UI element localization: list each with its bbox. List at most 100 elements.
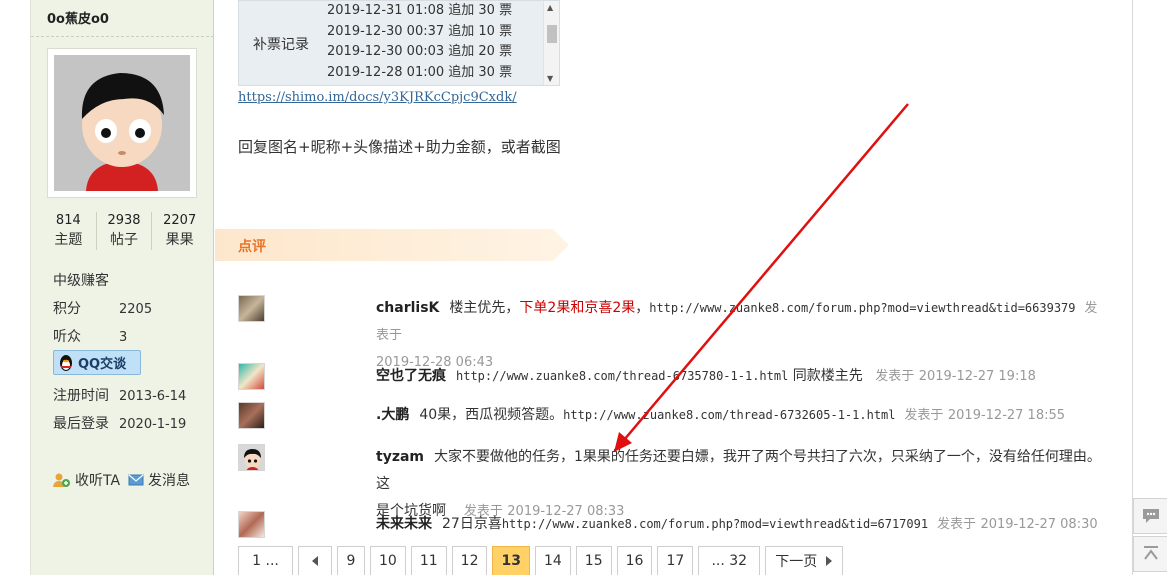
info-value: 2020-1-19 <box>119 417 187 432</box>
comment-highlight: 下单2果和京喜2果 <box>519 300 636 316</box>
user-level[interactable]: 中级赚客 <box>53 270 109 290</box>
stat-label: 主题 <box>54 232 83 248</box>
shimo-doc-link[interactable]: https://shimo.im/docs/y3KJRKcCpjc9Cxdk/ <box>238 90 517 105</box>
page-link[interactable]: 11 <box>410 546 447 575</box>
post-content: 补票记录 2019-12-31 01:08 追加 30 票 2019-12-30… <box>215 0 1132 575</box>
quick-reply-button[interactable] <box>1133 498 1167 534</box>
divider <box>31 36 214 37</box>
comment-posted-label: 发表于 <box>937 517 977 532</box>
right-gutter <box>1132 0 1167 575</box>
comment-text: 同款楼主先 <box>792 368 863 384</box>
ticket-record-item: 2019-12-30 00:37 追加 10 票 <box>327 23 513 39</box>
scroll-up-arrow-icon[interactable]: ▲ <box>547 3 553 12</box>
comment-link: http://www.zuanke8.com/forum.php?mod=vie… <box>649 301 1076 315</box>
comment-avatar[interactable] <box>238 511 265 538</box>
ticket-record-item: 2019-12-31 01:08 追加 30 票 <box>327 3 513 18</box>
page-next-label: 下一页 <box>775 554 818 570</box>
page-first[interactable]: 1 ... <box>238 546 293 575</box>
page-next-button[interactable]: 下一页 <box>765 546 844 575</box>
ticket-scrollbar[interactable]: ▲ ▼ <box>543 1 559 85</box>
comment-author[interactable]: tyzam <box>376 449 424 465</box>
page-current[interactable]: 13 <box>492 546 530 575</box>
send-message-label: 发消息 <box>148 473 190 489</box>
pagination: 1 ... 9 10 11 12 13 14 15 16 17 ... 32 下… <box>238 546 844 575</box>
scroll-thumb[interactable] <box>547 25 557 43</box>
follow-label: 收听TA <box>75 473 121 489</box>
comment-time: 2019-12-27 18:55 <box>947 408 1066 423</box>
comment-text: 27日京喜 <box>442 516 502 532</box>
chat-bubble-icon <box>1142 509 1159 523</box>
ticket-record-item: 2019-12-28 01:00 追加 30 票 <box>327 64 513 80</box>
comment-text: 大家不要做他的任务，1果果的任务还要白嫖，我开了两个号共扫了六次，只采纳了一个，… <box>376 449 1101 492</box>
page-link[interactable]: 9 <box>337 546 365 575</box>
stat-posts[interactable]: 2938 帖子 <box>97 212 153 250</box>
user-avatar[interactable] <box>47 48 197 198</box>
comment-text: 楼主优先， <box>449 300 520 316</box>
comment-avatar[interactable] <box>238 295 265 322</box>
stat-label: 果果 <box>165 232 194 248</box>
comment-avatar[interactable] <box>238 444 265 471</box>
page-link[interactable]: 17 <box>657 546 694 575</box>
caret-left-icon <box>312 556 318 566</box>
send-message-button[interactable]: 发消息 <box>128 470 190 490</box>
page-prev-button[interactable] <box>298 546 332 575</box>
ticket-record-list[interactable]: 2019-12-31 01:08 追加 30 票 2019-12-30 00:3… <box>327 1 543 81</box>
caret-right-icon <box>826 556 833 566</box>
info-register: 注册时间 2013-6-14 <box>53 385 186 405</box>
comment-posted-label: 发表于 <box>875 369 915 384</box>
info-label: 注册时间 <box>53 388 109 404</box>
follow-users-icon <box>53 473 70 487</box>
boy-avatar-icon <box>244 449 261 470</box>
stat-value: 814 <box>55 213 81 228</box>
comment-author[interactable]: charlisK <box>376 300 439 316</box>
stat-fruits[interactable]: 2207 果果 <box>152 212 207 250</box>
comment-link: http://www.zuanke8.com/thread-6732605-1-… <box>563 408 896 422</box>
scroll-down-arrow-icon[interactable]: ▼ <box>547 74 553 83</box>
envelope-icon <box>128 474 144 486</box>
comment-item: 未来未来 27日京喜http://www.zuanke8.com/forum.ph… <box>376 511 1106 538</box>
ticket-record-box: 补票记录 2019-12-31 01:08 追加 30 票 2019-12-30… <box>238 0 560 86</box>
stat-value: 2938 <box>107 213 141 228</box>
page-link[interactable]: 16 <box>616 546 653 575</box>
review-title: 点评 <box>238 239 266 255</box>
comment-author[interactable]: .大鹏 <box>376 407 409 423</box>
comment-text: 40果，西瓜视频答题。 <box>419 407 564 423</box>
comment-author[interactable]: 未来未来 <box>376 516 432 532</box>
back-to-top-icon <box>1143 546 1158 560</box>
stat-value: 2207 <box>163 213 197 228</box>
page-link[interactable]: 14 <box>534 546 571 575</box>
page-link[interactable]: 10 <box>370 546 406 575</box>
back-to-top-button[interactable] <box>1133 536 1167 572</box>
comment-time: 2019-12-27 08:30 <box>980 517 1098 532</box>
comment-text: ， <box>635 300 650 316</box>
comment-avatar[interactable] <box>238 363 265 390</box>
left-gutter <box>0 0 30 575</box>
comment-posted-label: 发表于 <box>904 408 944 423</box>
stat-topics[interactable]: 814 主题 <box>41 212 97 250</box>
comment-item: .大鹏 40果，西瓜视频答题。http://www.zuanke8.com/thr… <box>376 402 1106 429</box>
page-link[interactable]: 15 <box>575 546 612 575</box>
info-label: 积分 <box>53 301 81 317</box>
comment-link: http://www.zuanke8.com/forum.php?mod=vie… <box>501 517 929 531</box>
comment-link: http://www.zuanke8.com/thread-6735780-1-… <box>456 369 789 383</box>
info-last-login: 最后登录 2020-1-19 <box>53 413 186 433</box>
user-sidebar: 0o蕉皮o0 814 主题 2938 帖子 2207 果果 中级赚客 积分 22… <box>30 0 214 575</box>
page-link[interactable]: 12 <box>451 546 488 575</box>
comment-time: 2019-12-27 19:18 <box>918 369 1036 384</box>
ticket-record-item: 2019-12-30 00:03 追加 20 票 <box>327 44 513 59</box>
info-value: 3 <box>119 330 128 345</box>
page-last[interactable]: ... 32 <box>698 546 761 575</box>
qq-chat-button[interactable]: QQ交谈 <box>53 350 141 375</box>
review-header: 点评 <box>215 229 569 261</box>
qq-chat-label: QQ交谈 <box>78 357 127 372</box>
stat-label: 帖子 <box>110 232 138 248</box>
user-stats: 814 主题 2938 帖子 2207 果果 <box>41 212 207 250</box>
reply-instructions: 回复图名+昵称+头像描述+助力金额，或者截图 <box>238 138 561 156</box>
info-label: 听众 <box>53 329 81 345</box>
qq-penguin-icon <box>60 354 72 371</box>
username[interactable]: 0o蕉皮o0 <box>47 8 109 27</box>
ticket-record-label: 补票记录 <box>253 37 309 53</box>
follow-button[interactable]: 收听TA <box>53 470 120 490</box>
comment-author[interactable]: 空也了无痕 <box>376 368 446 384</box>
comment-avatar[interactable] <box>238 402 265 429</box>
